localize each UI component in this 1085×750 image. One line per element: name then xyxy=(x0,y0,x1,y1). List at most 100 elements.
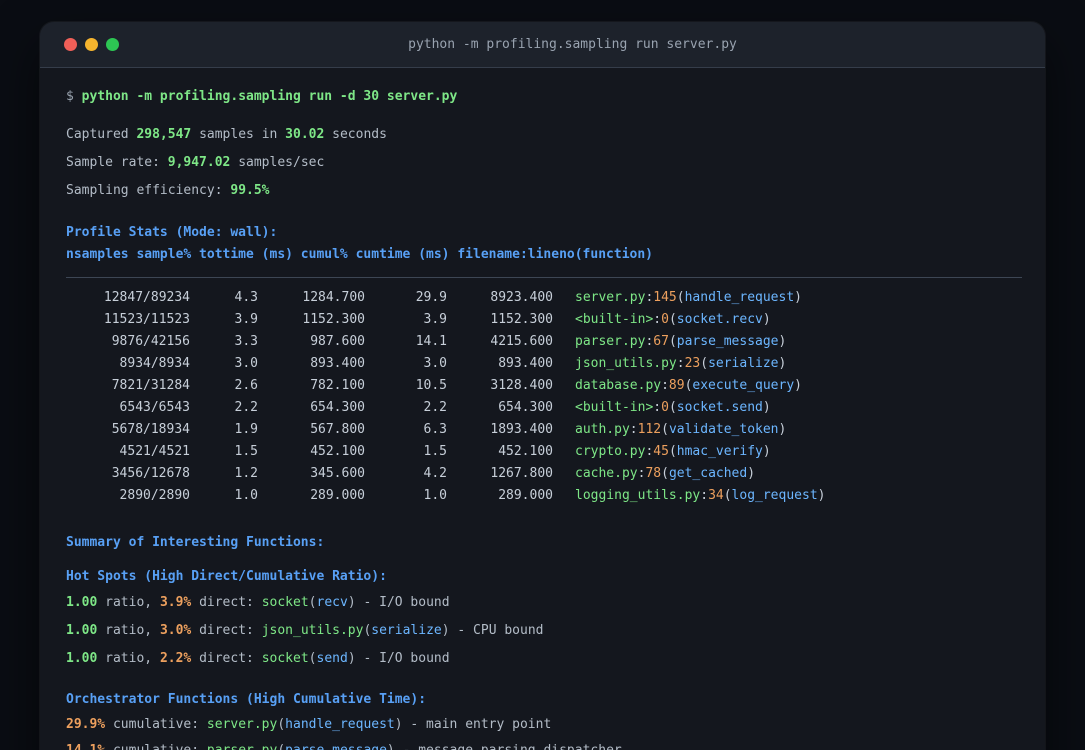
rate-unit: samples/sec xyxy=(230,155,325,170)
open-paren: ( xyxy=(668,312,677,327)
close-button[interactable] xyxy=(64,38,77,51)
open-paren: ( xyxy=(723,488,732,503)
file-name: <built-in> xyxy=(575,400,654,415)
file-name: server.py xyxy=(575,290,646,305)
summary-title: Summary of Interesting Functions: xyxy=(66,535,325,550)
minimize-button[interactable] xyxy=(85,38,98,51)
table-header: nsamples sample% tottime (ms) cumul% cum… xyxy=(66,247,653,262)
open-paren: ( xyxy=(308,651,317,666)
cell-cumul-pct: 3.0 xyxy=(423,356,447,371)
cell-tottime: 567.800 xyxy=(310,422,365,437)
cell-cumtime: 4215.600 xyxy=(490,334,553,349)
cell-function: crypto.py:45(hmac_verify) xyxy=(553,444,771,459)
profile-table: 12847/89234 4.3 1284.700 29.9 8923.400 server… xyxy=(66,287,1045,507)
function-name: log_request xyxy=(731,488,818,503)
table-row: 6543/6543 2.2 654.300 2.2 654.300 <built-in>:… xyxy=(66,397,1045,419)
cell-cumul-pct: 14.1 xyxy=(415,334,447,349)
table-row: 8934/8934 3.0 893.400 3.0 893.400 json_utils.… xyxy=(66,353,1045,375)
table-row: 11523/11523 3.9 1152.300 3.9 1152.300 <built-… xyxy=(66,309,1045,331)
close-paren: ) xyxy=(387,743,395,750)
line-number: 0 xyxy=(661,400,669,415)
table-row: 5678/18934 1.9 567.800 6.3 1893.400 auth.py:1… xyxy=(66,419,1045,441)
cell-cumul-pct: 29.9 xyxy=(415,290,447,305)
line-number: 23 xyxy=(684,356,701,371)
command-text: python -m profiling.sampling run -d 30 s… xyxy=(81,89,458,104)
cell-function: cache.py:78(get_cached) xyxy=(553,466,755,481)
cell-nsamples: 12847/89234 xyxy=(103,290,190,305)
terminal-output: $ python -m profiling.sampling run -d 30… xyxy=(40,68,1045,750)
cell-cumtime: 3128.400 xyxy=(490,378,553,393)
cell-function: parser.py:67(parse_message) xyxy=(553,334,786,349)
cell-tottime: 987.600 xyxy=(310,334,365,349)
direct-pct: 2.2% xyxy=(159,651,192,666)
colon: : xyxy=(661,378,669,393)
colon: : xyxy=(653,400,662,415)
close-paren: ) xyxy=(794,378,802,393)
cell-tottime: 1284.700 xyxy=(302,290,365,305)
close-paren: ) xyxy=(778,356,787,371)
ratio-value: 1.00 xyxy=(66,595,98,610)
cell-cumtime: 289.000 xyxy=(498,488,553,503)
cell-sample-pct: 1.2 xyxy=(234,466,258,481)
cell-tottime: 452.100 xyxy=(310,444,365,459)
function-name: parse_message xyxy=(676,334,779,349)
close-paren: ) xyxy=(762,400,771,415)
cumulative-pct: 14.1% xyxy=(66,743,105,750)
cell-cumtime: 452.100 xyxy=(498,444,553,459)
line-number: 89 xyxy=(668,378,685,393)
direct-pct: 3.0% xyxy=(159,623,192,638)
function-name: parse_message xyxy=(285,743,387,750)
file-name: database.py xyxy=(575,378,662,393)
cell-cumtime: 1893.400 xyxy=(490,422,553,437)
close-paren: ) xyxy=(762,312,771,327)
direct-label: direct: xyxy=(191,595,262,610)
rate-label: Sample rate: xyxy=(66,155,168,170)
ratio-value: 1.00 xyxy=(66,651,98,666)
colon: : xyxy=(676,356,685,371)
table-row: 12847/89234 4.3 1284.700 29.9 8923.400 server… xyxy=(66,287,1045,309)
cell-function: auth.py:112(validate_token) xyxy=(553,422,786,437)
cell-tottime: 893.400 xyxy=(310,356,365,371)
file-name: auth.py xyxy=(575,422,630,437)
close-paren: ) xyxy=(817,488,826,503)
cell-cumul-pct: 6.3 xyxy=(423,422,447,437)
close-paren: ) xyxy=(794,290,802,305)
open-paren: ( xyxy=(668,400,677,415)
cell-cumul-pct: 3.9 xyxy=(423,312,447,327)
cell-cumtime: 1152.300 xyxy=(490,312,553,327)
efficiency-line: Sampling efficiency: 99.5% xyxy=(66,180,1045,202)
direct-pct: 3.9% xyxy=(159,595,192,610)
sample-rate-line: Sample rate: 9,947.02 samples/sec xyxy=(66,152,1045,174)
open-paren: ( xyxy=(277,743,285,750)
prompt-symbol: $ xyxy=(66,89,82,104)
table-row: 9876/42156 3.3 987.600 14.1 4215.600 parser.p… xyxy=(66,331,1045,353)
cell-nsamples: 5678/18934 xyxy=(111,422,190,437)
file-name: server.py xyxy=(206,717,278,732)
role-note: - main entry point xyxy=(402,717,552,732)
table-divider xyxy=(66,277,1022,278)
cell-nsamples: 7821/31284 xyxy=(111,378,190,393)
captured-line: Captured 298,547 samples in 30.02 second… xyxy=(66,124,1045,146)
file-name: socket xyxy=(261,651,309,666)
file-name: crypto.py xyxy=(575,444,646,459)
ratio-value: 1.00 xyxy=(66,623,98,638)
window-title: python -m profiling.sampling run server.… xyxy=(408,37,737,52)
cell-cumul-pct: 1.5 xyxy=(423,444,447,459)
file-name: cache.py xyxy=(575,466,638,481)
hotspots-list: 1.00 ratio, 3.9% direct: socket(recv) - … xyxy=(66,592,1045,670)
file-name: json_utils.py xyxy=(261,623,364,638)
cell-cumtime: 893.400 xyxy=(498,356,553,371)
cell-cumul-pct: 1.0 xyxy=(423,488,447,503)
cell-sample-pct: 1.9 xyxy=(234,422,258,437)
file-name: parser.py xyxy=(207,743,277,750)
cumulative-label: cumulative: xyxy=(105,717,207,732)
bound-note: - CPU bound xyxy=(449,623,544,638)
cell-sample-pct: 1.5 xyxy=(234,444,258,459)
function-name: send xyxy=(316,651,348,666)
cell-sample-pct: 3.3 xyxy=(234,334,258,349)
captured-label: Captured xyxy=(66,127,137,142)
maximize-button[interactable] xyxy=(106,38,119,51)
open-paren: ( xyxy=(668,334,677,349)
colon: : xyxy=(653,312,662,327)
close-paren: ) xyxy=(394,717,403,732)
